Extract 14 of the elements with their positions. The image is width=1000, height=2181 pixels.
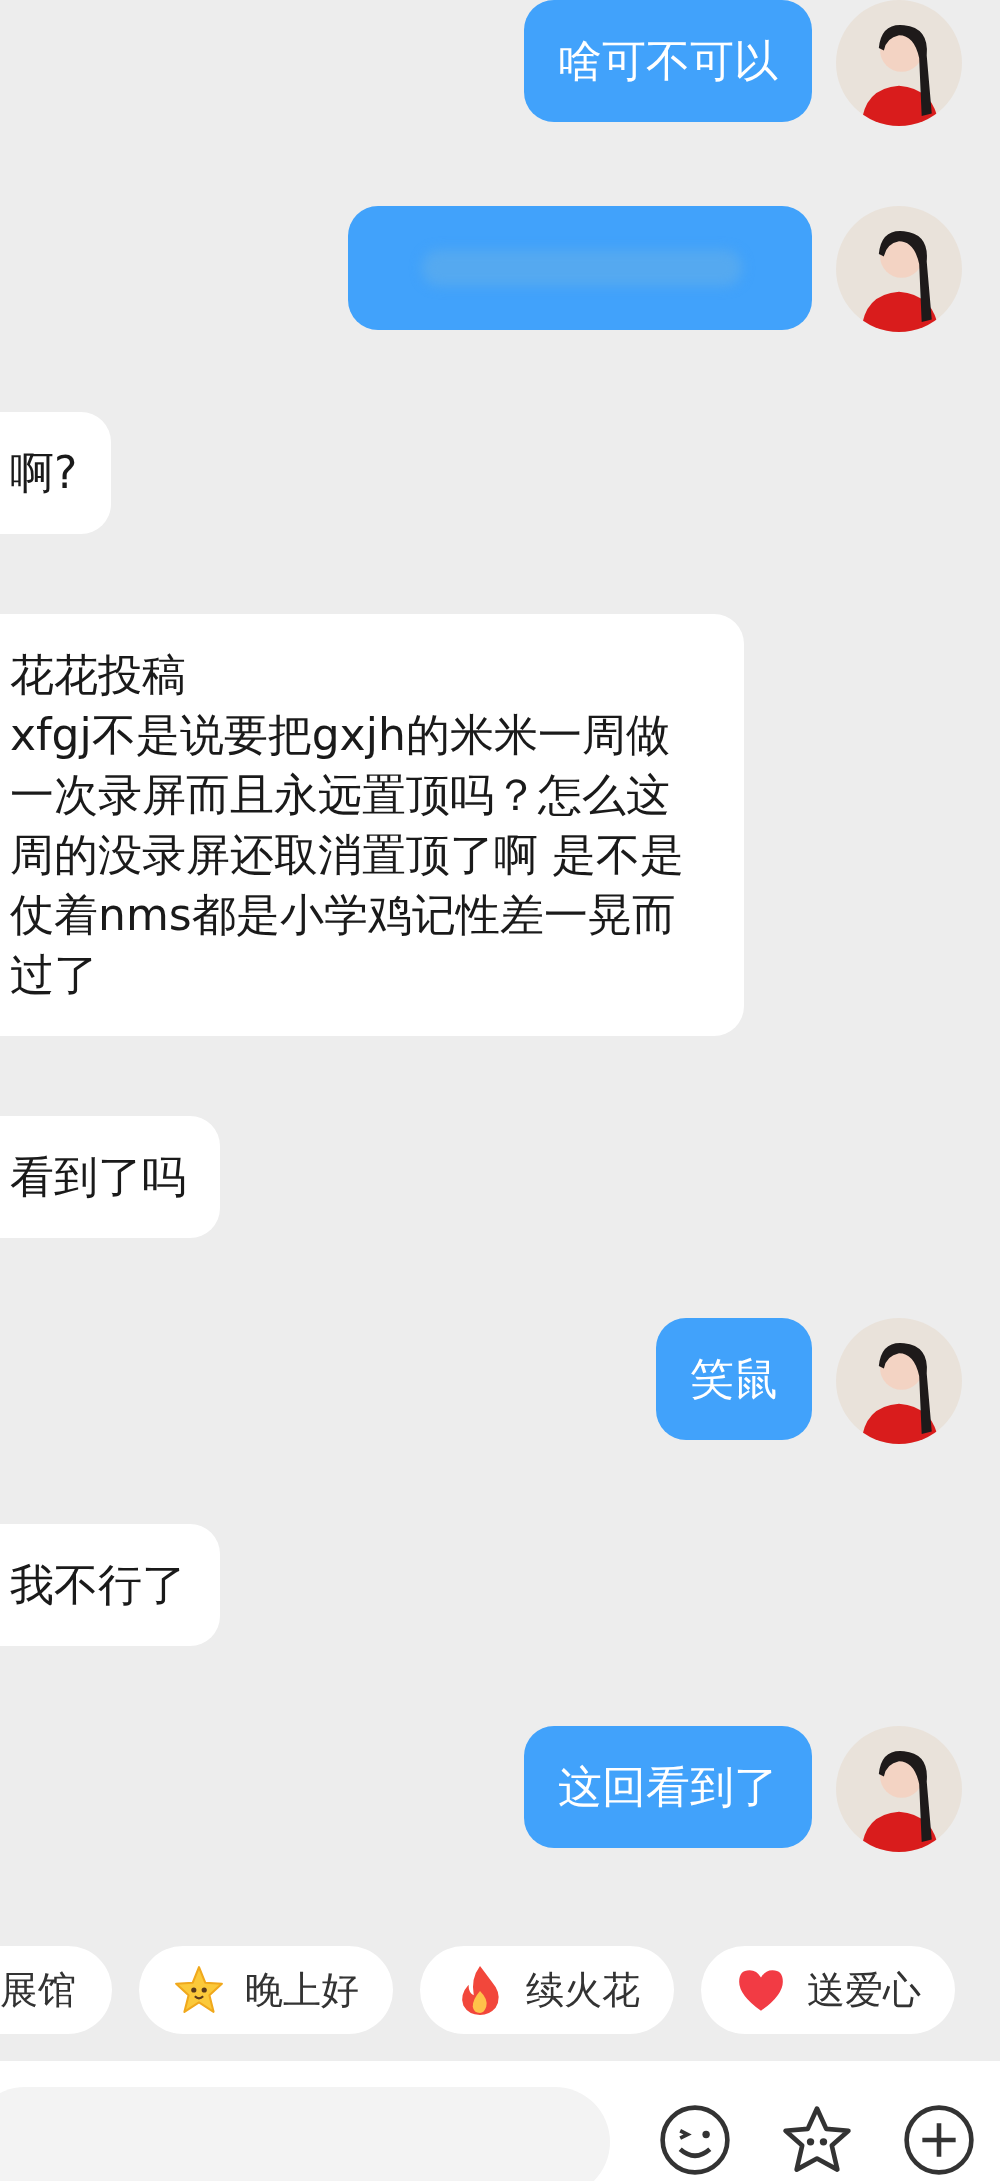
message-bubble: 花花投稿 xfgj不是说要把gxjh的米米一周做一次录屏而且永远置顶吗？怎么这周的没录屏还取消置顶了啊 是不是仗着nms都是小学鸡记性差一晃而过了	[0, 614, 744, 1036]
add-icon[interactable]	[902, 2103, 976, 2177]
star-icon	[173, 1964, 225, 2016]
message-bubble: 我不行了	[0, 1524, 220, 1646]
quick-reply-chip[interactable]: 晚上好	[139, 1946, 393, 2034]
quick-reply-chip[interactable]: 续火花	[420, 1946, 674, 2034]
message-bubble: 笑鼠	[656, 1318, 812, 1440]
quick-reply-chip[interactable]: 展馆	[0, 1946, 112, 2034]
message-bubble: 啥可不可以	[524, 0, 812, 122]
quick-reply-chip[interactable]: 送爱心	[701, 1946, 955, 2034]
message-bubble: 啊?	[0, 412, 112, 534]
smiley-icon[interactable]	[658, 2103, 732, 2177]
message-bubble: 这回看到了	[524, 1726, 812, 1848]
message-bubble: 看到了吗	[0, 1116, 220, 1238]
